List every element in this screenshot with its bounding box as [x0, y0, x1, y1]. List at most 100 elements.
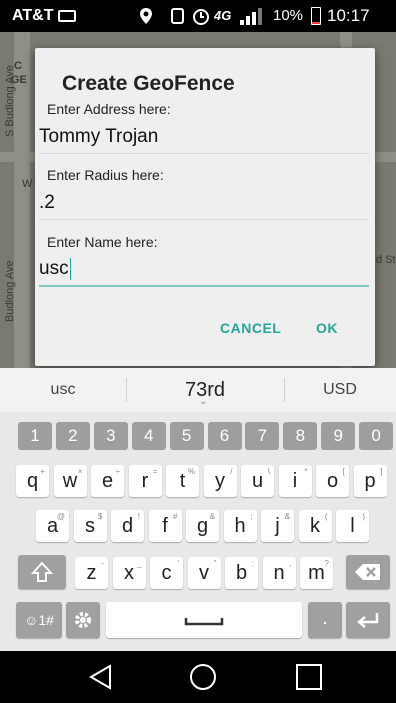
symbols-key[interactable]: ☺1# — [16, 602, 62, 638]
key-a[interactable]: @ a — [36, 510, 69, 542]
key-4[interactable]: 4 — [131, 422, 166, 450]
key-label: y — [215, 470, 225, 492]
key-6[interactable]: 6 — [207, 422, 242, 450]
key-p[interactable]: ] p — [353, 465, 387, 497]
key-label: h — [234, 515, 246, 537]
key-c[interactable]: ' c — [150, 557, 183, 589]
key-label: v — [199, 562, 209, 584]
key-secondary-symbol: # — [173, 512, 178, 521]
back-icon[interactable] — [86, 662, 116, 692]
key-label: w — [62, 470, 78, 492]
key-b[interactable]: :b — [225, 557, 258, 589]
key-secondary-symbol: - — [101, 559, 104, 568]
key-secondary-symbol: & — [209, 512, 215, 521]
name-input[interactable] — [39, 253, 369, 287]
key-z[interactable]: -z — [75, 557, 108, 589]
home-icon[interactable] — [188, 662, 218, 692]
map-label: C — [14, 60, 22, 72]
shift-key[interactable] — [18, 555, 66, 589]
key-l[interactable]: ) l — [336, 510, 369, 542]
map-label: d St — [376, 254, 396, 266]
key-k[interactable]: (k — [298, 510, 332, 542]
key-h[interactable]: ; h — [223, 510, 257, 542]
ok-button[interactable]: OK — [316, 320, 338, 336]
key-label: 2 — [68, 426, 78, 445]
key-9[interactable]: 9 — [321, 422, 356, 450]
period-key[interactable]: . — [308, 602, 342, 638]
key-v[interactable]: " v — [187, 557, 221, 589]
alarm-icon — [190, 0, 212, 32]
backspace-icon — [355, 564, 380, 580]
enter-key[interactable] — [346, 602, 390, 638]
key-f[interactable]: # f — [148, 510, 182, 542]
map-label: Budlong Ave — [4, 260, 16, 322]
key-r[interactable]: = r — [128, 465, 162, 497]
key-2[interactable]: 2 — [55, 422, 90, 450]
key-label: p — [364, 470, 376, 492]
key-7[interactable]: 7 — [245, 422, 280, 450]
key-d[interactable]: ! d — [111, 510, 144, 542]
clock: 10:17 PM — [327, 6, 370, 57]
key-o[interactable]: [o — [316, 465, 349, 497]
key-label: t — [179, 470, 186, 492]
key-secondary-symbol: " — [213, 559, 217, 568]
key-q[interactable]: + q — [16, 465, 49, 497]
key-n[interactable]: ,n — [262, 557, 296, 589]
radius-input[interactable] — [39, 186, 369, 220]
key-secondary-symbol: ? — [324, 559, 329, 568]
key-1[interactable]: 1 — [18, 422, 52, 450]
address-input[interactable] — [39, 120, 369, 154]
key-label: 0 — [371, 426, 381, 445]
key-secondary-symbol: ( — [324, 512, 328, 521]
key-secondary-symbol: % — [187, 467, 195, 476]
suggestion-item[interactable]: USD — [284, 368, 396, 412]
chevron-down-icon[interactable]: ⌄ — [199, 396, 207, 407]
create-geofence-dialog: Create GeoFence Enter Address here: Ente… — [35, 48, 375, 366]
key-i[interactable]: * i — [278, 465, 312, 497]
address-label: Enter Address here: — [47, 101, 171, 117]
key-3[interactable]: 3 — [93, 422, 128, 450]
key-8[interactable]: 8 — [283, 422, 318, 450]
backspace-key[interactable] — [346, 555, 390, 589]
key-label: 4 — [143, 426, 154, 445]
signal-icon — [238, 0, 268, 32]
key-secondary-symbol: ; — [250, 512, 253, 521]
key-0[interactable]: 0 — [359, 422, 394, 450]
key-secondary-symbol: ' — [177, 559, 179, 568]
key-secondary-symbol: × — [77, 467, 83, 476]
key-label: l — [350, 515, 355, 537]
key-secondary-symbol: = — [152, 467, 158, 476]
settings-key[interactable] — [66, 602, 100, 638]
key-5[interactable]: 5 — [169, 422, 204, 450]
key-j[interactable]: & j — [261, 510, 294, 542]
key-w[interactable]: × w — [53, 465, 87, 497]
phone-icon — [168, 0, 188, 32]
key-t[interactable]: % t — [166, 465, 199, 497]
key-secondary-symbol: , — [289, 559, 292, 568]
map-label: W — [22, 178, 33, 190]
key-x[interactable]: _ x — [112, 557, 146, 589]
key-secondary-symbol: ! — [137, 512, 140, 521]
key-y[interactable]: / y — [203, 465, 237, 497]
key-secondary-symbol: & — [284, 512, 290, 521]
key-m[interactable]: ? m — [300, 557, 333, 589]
key-s[interactable]: $ s — [73, 510, 107, 542]
suggestion-item[interactable]: usc — [0, 368, 126, 412]
key-e[interactable]: ÷ e — [91, 465, 124, 497]
location-pin-icon — [139, 0, 153, 32]
cancel-button[interactable]: CANCEL — [220, 320, 281, 336]
soft-keyboard: 1234567890 + q × w ÷ e = r% t / y \ u * i[o] p @ a $ s! d # f… — [0, 412, 396, 651]
battery-icon — [311, 7, 321, 25]
key-label: 6 — [219, 426, 230, 445]
recent-apps-icon[interactable] — [294, 662, 324, 692]
key-label: 8 — [295, 426, 306, 445]
key-g[interactable]: & g — [186, 510, 219, 542]
key-label: 1 — [30, 426, 40, 445]
text-cursor — [70, 258, 71, 280]
key-u[interactable]: \ u — [241, 465, 274, 497]
key-label: j — [275, 515, 280, 537]
key-label: s — [85, 515, 95, 537]
key-secondary-symbol: ) — [362, 512, 365, 521]
space-key[interactable] — [106, 602, 302, 638]
enter-icon — [357, 613, 379, 628]
